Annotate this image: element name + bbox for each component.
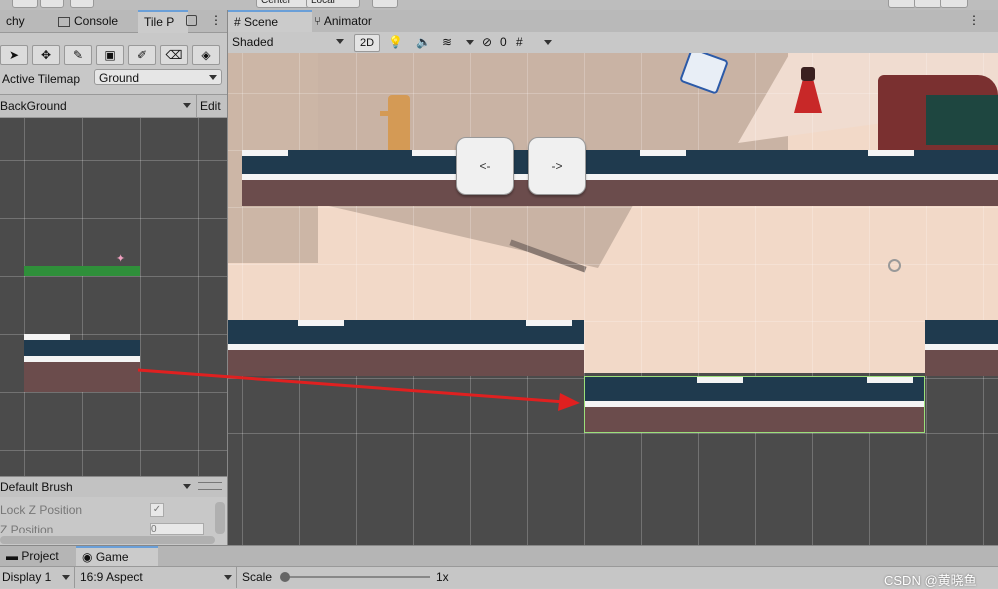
tab-project-label: Project [21,549,59,563]
scale-label: Scale [242,570,273,584]
tab-game-label: Game [95,550,129,564]
annotation-arrow-head [558,393,580,411]
watermark: CSDN @黄晓鱼 [884,573,977,588]
game-toolbar: Display 1 16:9 Aspect Scale 1x CSDN @黄晓鱼 [0,566,998,588]
bottom-tab-bar: ▬ Project ◉ Game [0,545,998,567]
chevron-down-icon[interactable] [62,575,70,580]
aspect-dropdown[interactable]: 16:9 Aspect [80,570,143,584]
annotation-arrow-line [137,368,566,404]
gamepad-icon: ◉ [82,550,93,564]
folder-icon: ▬ [6,549,18,563]
scale-slider-handle[interactable] [280,572,290,582]
scale-slider-track[interactable] [284,576,430,578]
divider [236,567,237,588]
display-dropdown[interactable]: Display 1 [2,570,51,584]
chevron-down-icon[interactable] [224,575,232,580]
tab-game[interactable]: ◉ Game [76,546,158,567]
tab-project[interactable]: ▬ Project [0,546,82,566]
scale-value: 1x [436,570,449,584]
annotation-arrow [137,368,580,411]
divider [74,567,75,588]
